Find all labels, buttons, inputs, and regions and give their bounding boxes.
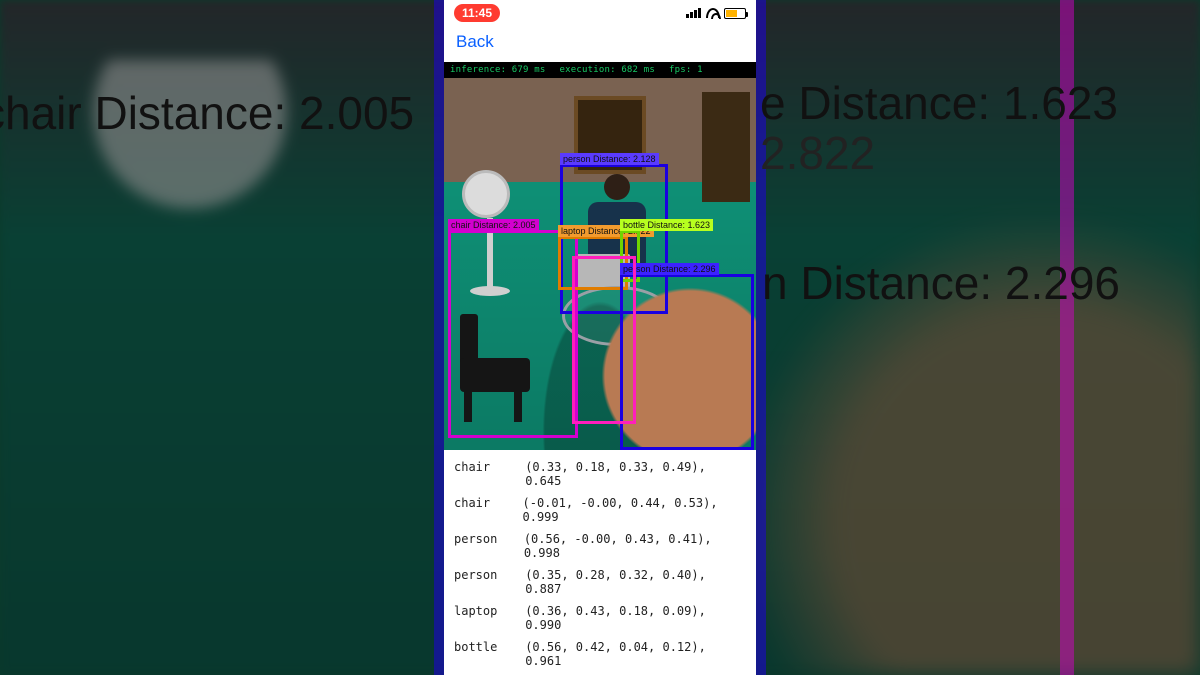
detection-class: bottle xyxy=(454,640,509,668)
detection-class: chair xyxy=(454,460,509,488)
bg-label-right-person: n Distance: 2.296 xyxy=(762,256,1120,310)
detection-values: (0.36, 0.43, 0.18, 0.09), 0.990 xyxy=(525,604,746,632)
detection-row: person (0.35, 0.28, 0.32, 0.40), 0.887 xyxy=(454,564,746,600)
bbox-label-bottle: bottle Distance: 1.623 xyxy=(620,219,713,231)
bbox-person_hand: person Distance: 2.296 xyxy=(620,274,754,450)
detection-values: (0.56, 0.42, 0.04, 0.12), 0.961 xyxy=(525,640,746,668)
bg-label-right-bottle-text: e Distance: 1.623 xyxy=(760,77,1118,129)
stage: chair Distance: 2.005 e Distance: 1.623 … xyxy=(0,0,1200,675)
phone-frame: 11:45 Back inference: 679 ms execution: … xyxy=(444,0,756,675)
detection-class: person xyxy=(454,532,508,560)
detection-row: chair (0.33, 0.18, 0.33, 0.49), 0.645 xyxy=(454,456,746,492)
detection-values: (0.35, 0.28, 0.32, 0.40), 0.887 xyxy=(525,568,746,596)
status-time-pill: 11:45 xyxy=(454,4,500,22)
camera-view[interactable]: person Distance: 2.128 chair Distance: 2.… xyxy=(444,78,756,450)
cellular-icon xyxy=(686,8,702,18)
background-hand-blur xyxy=(680,155,1200,675)
status-icons xyxy=(686,8,746,19)
bg-label-right-bottle: e Distance: 1.623 xyxy=(760,76,1118,130)
perf-inference: inference: 679 ms xyxy=(450,65,546,75)
wifi-icon xyxy=(706,8,720,18)
detection-row: laptop (0.36, 0.43, 0.18, 0.09), 0.990 xyxy=(454,600,746,636)
detection-values: (-0.01, -0.00, 0.44, 0.53), 0.999 xyxy=(523,496,747,524)
perf-execution: execution: 682 ms xyxy=(560,65,656,75)
bg-label-right-below-text: 2.822 xyxy=(760,127,875,179)
detection-values: (0.56, -0.00, 0.43, 0.41), 0.998 xyxy=(524,532,746,560)
nav-bar: Back xyxy=(444,26,756,62)
perf-fps: fps: 1 xyxy=(669,65,703,75)
scene-door xyxy=(702,92,750,202)
detection-class: chair xyxy=(454,496,507,524)
bg-label-right-below: 2.822 xyxy=(760,126,875,180)
detection-list: chair(0.33, 0.18, 0.33, 0.49), 0.645chai… xyxy=(444,450,756,675)
bg-label-right-person-text: n Distance: 2.296 xyxy=(762,257,1120,309)
detection-class: person xyxy=(454,568,509,596)
detection-row: chair (-0.01, -0.00, 0.44, 0.53), 0.999 xyxy=(454,492,746,528)
back-button[interactable]: Back xyxy=(456,32,494,51)
detection-values: (0.33, 0.18, 0.33, 0.49), 0.645 xyxy=(525,460,746,488)
battery-icon xyxy=(724,8,746,19)
bbox-label-person_top: person Distance: 2.128 xyxy=(560,153,659,165)
bbox-label-chair_left: chair Distance: 2.005 xyxy=(448,219,539,231)
bg-label-left-chair: chair Distance: 2.005 xyxy=(0,86,414,140)
detection-class: laptop xyxy=(454,604,509,632)
bg-label-left-text: chair Distance: 2.005 xyxy=(0,87,414,139)
status-bar: 11:45 xyxy=(444,0,756,26)
perf-bar: inference: 679 ms execution: 682 ms fps:… xyxy=(444,62,756,78)
detection-row: bottle (0.56, 0.42, 0.04, 0.12), 0.961 xyxy=(454,636,746,672)
bbox-chair_mid xyxy=(572,256,636,424)
detection-row: person (0.56, -0.00, 0.43, 0.41), 0.998 xyxy=(454,528,746,564)
